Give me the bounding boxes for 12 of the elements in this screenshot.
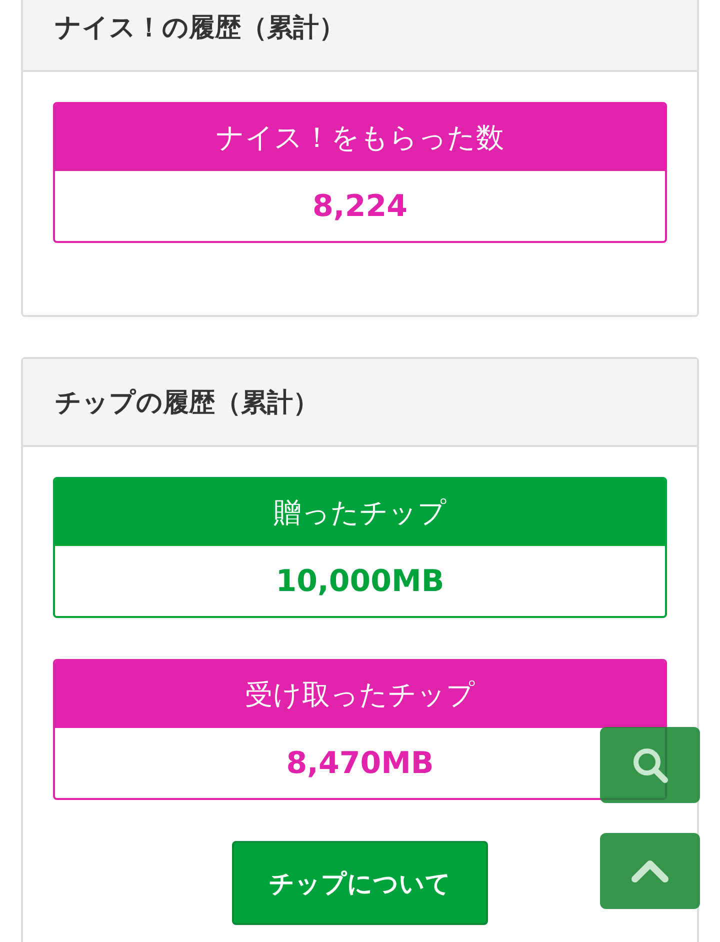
stat-value: 8,224	[312, 188, 408, 224]
chevron-up-icon	[630, 858, 670, 884]
search-button[interactable]	[600, 727, 700, 803]
section-title: ナイス！の履歴（累計）	[55, 12, 345, 44]
stat-label: ナイス！をもらった数	[55, 104, 665, 171]
stat-label: 受け取ったチップ	[55, 661, 665, 728]
about-tips-button[interactable]: チップについて	[232, 841, 488, 925]
scroll-top-button[interactable]	[600, 833, 700, 909]
stat-label: 贈ったチップ	[55, 479, 665, 546]
stat-value: 8,470MB	[286, 746, 434, 780]
stat-value: 10,000MB	[276, 564, 444, 598]
section-title: チップの履歴（累計）	[55, 386, 319, 420]
